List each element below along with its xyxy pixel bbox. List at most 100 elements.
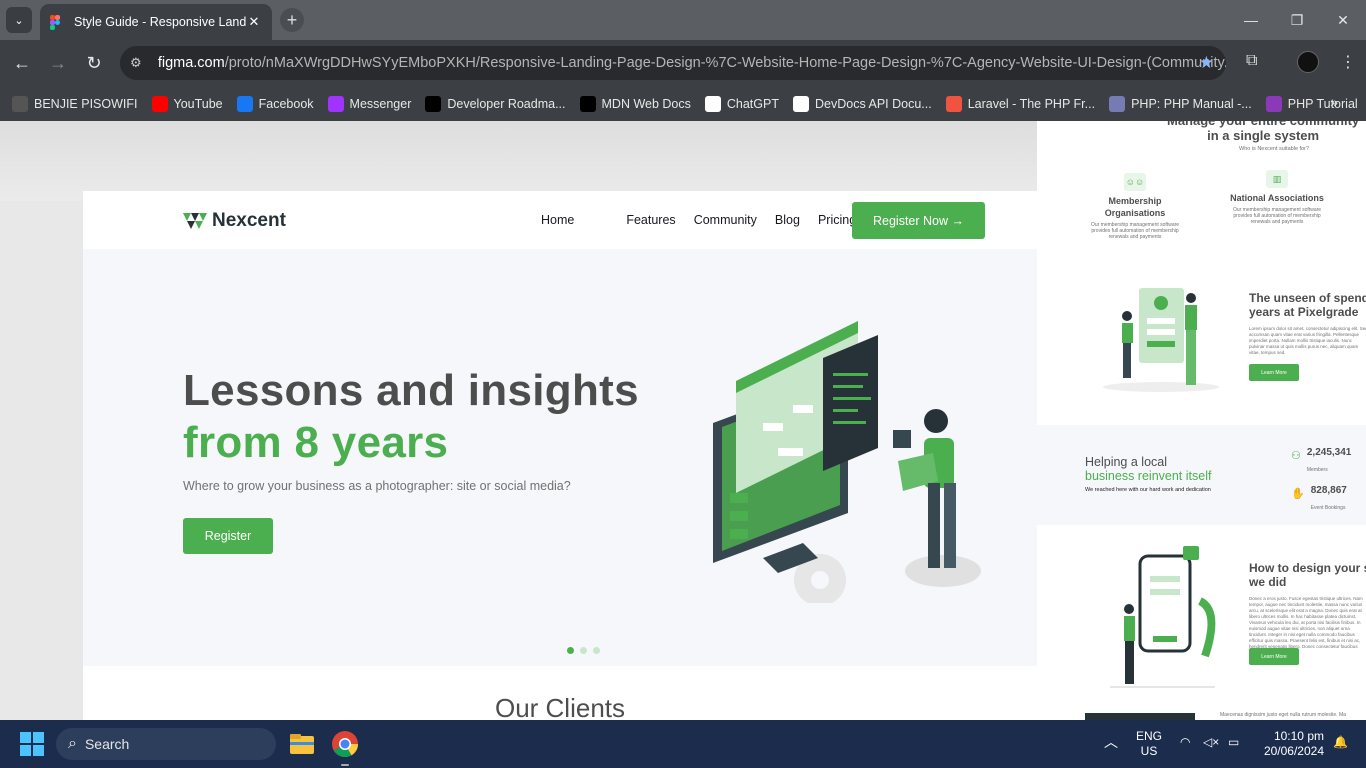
- clock[interactable]: 10:10 pm 20/06/2024: [1258, 729, 1324, 759]
- bookmark-label: BENJIE PISOWIFI: [34, 96, 138, 111]
- bookmark-label: MDN Web Docs: [601, 96, 691, 111]
- bookmark-item[interactable]: Developer Roadma...: [425, 95, 566, 112]
- bookmark-label: Facebook: [258, 96, 314, 111]
- bookmark-favicon-icon: [151, 95, 168, 112]
- carousel-dots: [567, 647, 606, 654]
- hero-subtitle: Where to grow your business as a photogr…: [183, 479, 571, 493]
- bookmark-item[interactable]: BENJIE PISOWIFI: [12, 95, 138, 112]
- bookmark-item[interactable]: Laravel - The PHP Fr...: [945, 95, 1096, 112]
- forward-button[interactable]: →: [46, 51, 70, 75]
- tab-search-button[interactable]: ⌄: [6, 7, 32, 33]
- building-icon: ▥: [1266, 170, 1288, 188]
- tab-strip: ⌄ Style Guide - Responsive Landin ✕ + — …: [0, 0, 1366, 40]
- more-bookmarks-icon[interactable]: »: [1330, 94, 1338, 110]
- back-button[interactable]: ←: [10, 51, 34, 75]
- card-title: Membership Organisations: [1104, 196, 1166, 218]
- figma-icon: [50, 15, 64, 30]
- side-preview-panel: Manage your entire communityin a single …: [1037, 121, 1366, 720]
- bookmark-item[interactable]: PHP: PHP Manual -...: [1109, 95, 1252, 112]
- bookmark-favicon-icon: [1109, 95, 1126, 112]
- footer-text: Maecenas dignissim justo eget nulla rutr…: [1220, 712, 1346, 718]
- learn-more-button[interactable]: Learn More: [1249, 364, 1299, 381]
- wifi-icon[interactable]: ◠: [1180, 735, 1190, 750]
- card-text: Our membership management software provi…: [1090, 222, 1180, 240]
- extensions-icon[interactable]: ⧉: [1246, 52, 1257, 70]
- site-navbar: Nexcent Home Features Community Blog Pri…: [83, 191, 1037, 249]
- card-title: National Associations: [1230, 193, 1324, 203]
- bookmark-item[interactable]: Messenger: [327, 95, 411, 112]
- carousel-dot[interactable]: [593, 647, 600, 654]
- taskbar-search[interactable]: ⌕ Search: [56, 728, 276, 760]
- restore-button[interactable]: ❐: [1274, 0, 1320, 40]
- hero-register-button[interactable]: Register: [183, 518, 273, 554]
- bookmark-item[interactable]: YouTube: [151, 95, 223, 112]
- nav-links: Home Features Community Blog Pricing: [541, 213, 874, 227]
- bookmark-label: Laravel - The PHP Fr...: [967, 96, 1096, 111]
- register-now-button[interactable]: Register Now →: [852, 202, 985, 239]
- carousel-dot[interactable]: [580, 647, 587, 654]
- clients-heading: Our Clients: [494, 693, 626, 720]
- toolbar: ← → ↻ ⚙ figma.com /proto/nMaXWrgDDHwSYyE…: [0, 40, 1366, 86]
- close-tab-icon[interactable]: ✕: [246, 14, 262, 30]
- reload-button[interactable]: ↻: [82, 51, 106, 75]
- bookmark-item[interactable]: MDN Web Docs: [579, 95, 691, 112]
- bookmark-favicon-icon: [425, 95, 442, 112]
- pixelgrade-text: Lorem ipsum dolor sit amet, consectetur …: [1249, 326, 1366, 355]
- address-bar[interactable]: ⚙ figma.com /proto/nMaXWrgDDHwSYyEMboPXK…: [120, 46, 1226, 80]
- carousel-dot[interactable]: [567, 647, 574, 654]
- design-text: Donec a eros justo. Fusce egestas tristi…: [1249, 596, 1363, 655]
- card-text: Our membership management software provi…: [1232, 207, 1322, 225]
- close-window-button[interactable]: ✕: [1320, 0, 1366, 40]
- clock-time: 10:10 pm: [1273, 729, 1324, 743]
- volume-muted-icon[interactable]: ◁×: [1203, 735, 1219, 750]
- bookmark-star-icon[interactable]: ★: [1199, 53, 1214, 73]
- learn-more-button[interactable]: Learn More: [1249, 648, 1299, 665]
- search-icon: ⌕: [68, 735, 77, 752]
- site-logo[interactable]: Nexcent: [183, 210, 286, 232]
- hero-line-2: from 8 years: [183, 418, 449, 467]
- bookmark-label: PHP: PHP Manual -...: [1131, 96, 1252, 111]
- bookings-icon: ✋: [1291, 488, 1305, 500]
- url-path: /proto/nMaXWrgDDHwSYyEMboPXKH/Responsive…: [224, 55, 1226, 71]
- nav-features[interactable]: Features: [626, 213, 675, 227]
- site-info-icon[interactable]: ⚙: [130, 55, 150, 71]
- battery-icon[interactable]: ▭: [1228, 735, 1239, 750]
- nav-pricing[interactable]: Pricing: [818, 213, 856, 227]
- design-illustration: [1110, 546, 1216, 688]
- notifications-icon[interactable]: 🔔: [1333, 735, 1348, 750]
- file-explorer-icon[interactable]: [288, 730, 316, 758]
- language-indicator[interactable]: ENG US: [1136, 729, 1162, 759]
- hero-section: Lessons and insights from 8 years Where …: [83, 249, 1037, 666]
- nav-home[interactable]: Home: [541, 213, 574, 227]
- community-title: Manage your entire communityin a single …: [1167, 121, 1359, 143]
- profile-avatar[interactable]: [1297, 51, 1319, 73]
- nav-blog[interactable]: Blog: [775, 213, 800, 227]
- nav-community[interactable]: Community: [694, 213, 757, 227]
- community-subtitle: Who is Nexcent suitable for?: [1239, 146, 1310, 152]
- figma-prototype-canvas: Nexcent Home Features Community Blog Pri…: [0, 121, 1366, 720]
- stats-title-line1: Helping a local: [1085, 455, 1167, 469]
- bookmark-item[interactable]: Facebook: [236, 95, 314, 112]
- bookmark-item[interactable]: PHP Tutorial: [1265, 95, 1358, 112]
- url-host: figma.com: [157, 55, 225, 71]
- members-value: 2,245,341: [1306, 447, 1352, 458]
- bookings-value: 828,867: [1310, 485, 1347, 496]
- design-title: How to design your s we did: [1249, 561, 1366, 589]
- tab-figma[interactable]: Style Guide - Responsive Landin ✕: [40, 4, 272, 40]
- bookmark-favicon-icon: [12, 95, 28, 112]
- chrome-icon[interactable]: [331, 730, 359, 758]
- stat-members: ⚇ 2,245,341 Members: [1291, 447, 1351, 476]
- pixelgrade-title: The unseen of spend years at Pixelgrade: [1249, 291, 1366, 319]
- hero-line-1: Lessons and insights: [183, 366, 639, 415]
- start-button[interactable]: [20, 732, 44, 756]
- show-hidden-icons[interactable]: ︿: [1104, 735, 1118, 750]
- minimize-button[interactable]: —: [1228, 0, 1274, 40]
- bookmark-favicon-icon: [704, 95, 721, 112]
- members-icon: ⚇: [1291, 450, 1301, 462]
- menu-icon[interactable]: ⋮: [1340, 52, 1356, 72]
- bookmark-favicon-icon: [327, 95, 344, 112]
- new-tab-button[interactable]: +: [280, 8, 304, 32]
- bookmark-item[interactable]: DevDocs API Docu...: [792, 95, 932, 112]
- bookmark-label: ChatGPT: [726, 96, 779, 111]
- bookmark-item[interactable]: ChatGPT: [704, 95, 779, 112]
